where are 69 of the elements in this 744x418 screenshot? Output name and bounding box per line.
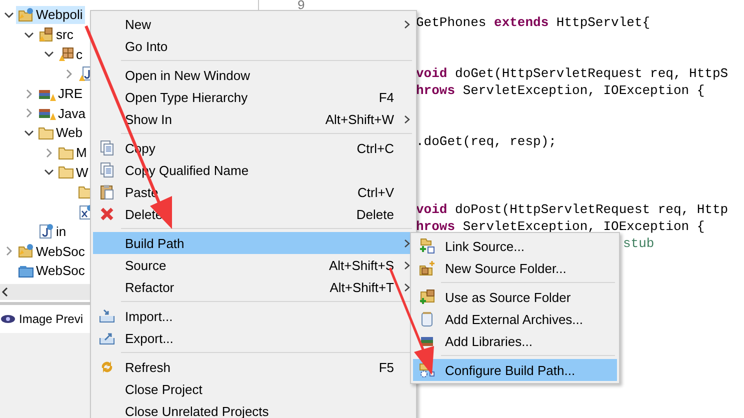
menu-item[interactable]: Use as Source Folder	[413, 286, 617, 308]
copy-icon	[99, 140, 115, 156]
eye-icon	[0, 313, 16, 325]
menu-item[interactable]: Open Type Hierarchy F4	[93, 86, 414, 108]
expand-chevron-icon[interactable]	[44, 148, 54, 158]
menu-item[interactable]: Show In Alt+Shift+W	[93, 108, 414, 130]
code-line: stub	[623, 236, 654, 251]
menu-item[interactable]: Add External Archives...	[413, 308, 617, 330]
panel-tab[interactable]: Image Previ	[19, 312, 84, 326]
project-folder-icon	[18, 6, 34, 23]
menu-item[interactable]: Open in New Window	[93, 64, 414, 86]
line-number: 9	[297, 0, 305, 13]
jar-icon	[421, 311, 433, 327]
menu-item[interactable]: Import...	[93, 305, 414, 327]
menu-item[interactable]: Source Alt+Shift+S	[93, 254, 414, 276]
link-folder-icon	[419, 238, 435, 254]
tree-item[interactable]: Webpoli	[16, 6, 85, 24]
menu-item[interactable]: Add Libraries...	[413, 330, 617, 352]
scroll-left-icon[interactable]	[1, 287, 9, 297]
collapse-chevron-icon[interactable]	[24, 30, 34, 40]
code-line: GetPhones extends HttpServlet{	[416, 15, 650, 30]
expand-chevron-icon[interactable]	[24, 88, 34, 99]
tree-item[interactable]: Java	[36, 104, 88, 122]
tree-item[interactable]: WebSoc	[16, 262, 87, 280]
folder-icon	[58, 144, 74, 161]
package-folder-icon	[419, 289, 435, 305]
menu-item[interactable]: Close Unrelated Projects	[93, 400, 414, 418]
expand-chevron-icon[interactable]	[4, 246, 14, 256]
tree-item[interactable]: M	[56, 144, 89, 162]
collapse-chevron-icon[interactable]	[24, 128, 34, 138]
folder-icon	[38, 124, 54, 141]
copy-icon	[99, 162, 115, 178]
books-icon	[420, 335, 434, 347]
collapse-chevron-icon[interactable]	[44, 49, 54, 60]
tree-item[interactable]: JRE	[36, 84, 85, 103]
project-folder-icon	[18, 243, 34, 260]
menu-item[interactable]: Configure Build Path...	[413, 359, 617, 381]
code-line: hrows ServletException, IOException {	[416, 219, 705, 234]
menu-item[interactable]: Link Source...	[413, 235, 617, 257]
clipboard-icon	[99, 184, 115, 200]
package-folder-icon	[38, 26, 54, 43]
folder-icon	[58, 164, 74, 180]
menu-item[interactable]: New Source Folder...	[413, 257, 617, 279]
tree-item[interactable]: c	[56, 45, 84, 64]
menu-item[interactable]: New	[93, 13, 414, 35]
collapse-chevron-icon[interactable]	[44, 167, 54, 178]
collapse-chevron-icon[interactable]	[4, 10, 14, 20]
code-line: hrows ServletException, IOException {	[416, 83, 705, 98]
tree-item[interactable]: Web	[36, 124, 84, 142]
jsp-file-icon	[38, 223, 54, 240]
new-package-folder-icon	[419, 260, 435, 276]
code-line: void doPost(HttpServletRequest req, Http	[416, 202, 728, 217]
menu-item[interactable]: Refactor Alt+Shift+T	[93, 276, 414, 298]
tree-item[interactable]: WebSoc	[16, 242, 87, 260]
package-icon	[58, 46, 74, 62]
expand-chevron-icon[interactable]	[24, 108, 34, 118]
menu-item[interactable]: Close Project	[93, 378, 414, 400]
menu-item[interactable]: Export...	[93, 327, 414, 349]
tree-item[interactable]: in	[36, 222, 68, 240]
menu-item[interactable]: Refresh F5	[93, 356, 414, 378]
refresh-icon	[99, 359, 115, 375]
expand-chevron-icon[interactable]	[64, 68, 74, 79]
code-line: .doGet(req, resp);	[416, 134, 556, 149]
menu-item[interactable]: Go Into	[93, 35, 414, 57]
tree-item[interactable]: src	[36, 26, 76, 44]
tree-item[interactable]: W	[56, 163, 90, 182]
delete-icon	[100, 207, 114, 221]
code-line: void doGet(HttpServletRequest req, HttpS	[416, 66, 728, 81]
import-icon	[99, 308, 115, 324]
